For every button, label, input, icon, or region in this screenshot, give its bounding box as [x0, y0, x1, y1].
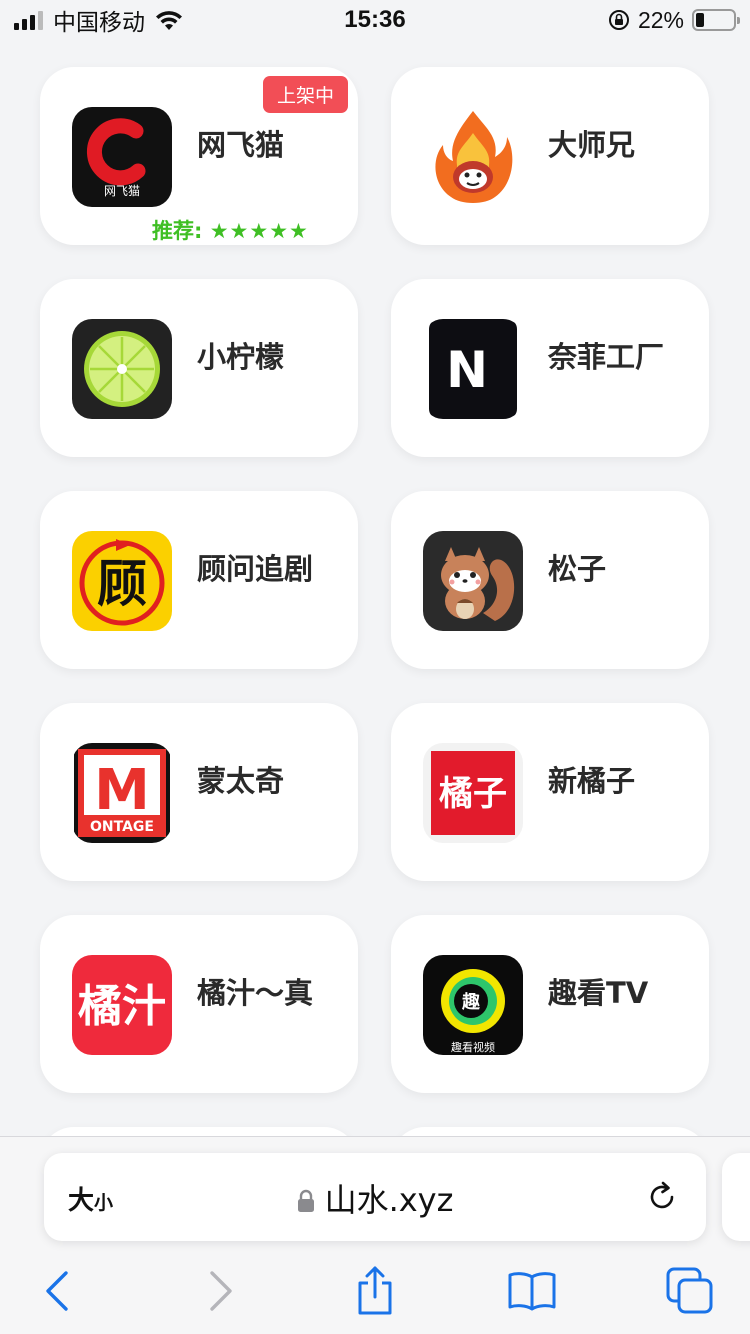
bookmarks-button[interactable]	[506, 1265, 558, 1317]
naifei-icon: N	[423, 319, 523, 419]
montage-icon: M ONTAGE	[72, 743, 172, 843]
dashixiong-icon	[423, 107, 523, 207]
bookmarks-icon	[508, 1272, 556, 1311]
lock-icon	[297, 1189, 314, 1212]
rotation-lock-icon	[608, 10, 629, 30]
tabs-button[interactable]	[664, 1265, 716, 1317]
app-card-songzi[interactable]: 松子	[391, 491, 709, 669]
browser-toolbar	[0, 1257, 750, 1327]
app-card-dashixiong[interactable]: 大师兄	[391, 67, 709, 245]
app-name: 顾问追剧	[197, 552, 314, 586]
app-name: 大师兄	[548, 128, 636, 162]
browser-bottom-bar: 大小 山水.xyz	[0, 1136, 750, 1334]
juzhi-icon: 橘汁	[72, 955, 172, 1055]
share-icon	[358, 1266, 392, 1315]
app-card-wangfeimao[interactable]: 上架中 网飞猫 网飞猫 推荐: ★★★★★	[40, 67, 358, 245]
app-name: 橘汁～真	[197, 976, 314, 1010]
battery-icon	[692, 9, 740, 31]
app-name: 松子	[548, 552, 607, 586]
lemon-icon	[72, 319, 172, 419]
app-card-xinjuzi[interactable]: 橘子 新橘子	[391, 703, 709, 881]
app-name: 小柠檬	[197, 340, 285, 374]
rating-stars: ★★★★★	[209, 219, 309, 243]
app-name: 网飞猫	[197, 128, 285, 162]
app-name: 新橘子	[548, 764, 636, 798]
status-bar: 中国移动 15:36 22%	[0, 0, 750, 40]
status-badge: 上架中	[262, 76, 348, 113]
back-button[interactable]	[32, 1265, 84, 1317]
app-card-naifei[interactable]: N 奈菲工厂	[391, 279, 709, 457]
app-card-lemon[interactable]: 小柠檬	[40, 279, 358, 457]
app-name: 奈菲工厂	[548, 340, 665, 374]
rating: 推荐: ★★★★★	[152, 215, 309, 245]
app-card-partial[interactable]	[391, 1127, 709, 1136]
reload-icon[interactable]	[644, 1179, 680, 1215]
qukan-icon: 趣 趣看视频	[423, 955, 523, 1055]
app-name: 蒙太奇	[197, 764, 285, 798]
address-bar[interactable]: 大小 山水.xyz	[44, 1153, 706, 1241]
app-name: 趣看TV	[548, 976, 649, 1010]
url-display[interactable]: 山水.xyz	[44, 1175, 706, 1221]
guwen-icon: 顾	[72, 531, 172, 631]
svg-text:橘汁: 橘汁	[78, 981, 166, 1032]
svg-text:顾: 顾	[97, 555, 147, 613]
share-button[interactable]	[349, 1265, 401, 1317]
squirrel-icon	[423, 531, 523, 631]
battery-percent: 22%	[637, 6, 684, 33]
tabs-icon	[666, 1267, 713, 1314]
app-card-juzhi[interactable]: 橘汁 橘汁～真	[40, 915, 358, 1093]
svg-text:M: M	[94, 758, 150, 823]
next-tab-peek[interactable]	[722, 1153, 750, 1241]
wangfeimao-icon: 网飞猫	[72, 107, 172, 207]
svg-text:网飞猫: 网飞猫	[104, 184, 140, 198]
svg-text:趣看视频: 趣看视频	[451, 1040, 495, 1054]
forward-button[interactable]	[194, 1265, 246, 1317]
svg-text:橘子: 橘子	[439, 774, 507, 814]
svg-text:ONTAGE: ONTAGE	[90, 819, 154, 835]
svg-text:趣: 趣	[461, 992, 481, 1013]
app-grid: 上架中 网飞猫 网飞猫 推荐: ★★★★★ 大师兄 小柠檬 N 奈菲工厂 顾 顾…	[0, 40, 750, 1136]
svg-text:N: N	[446, 341, 488, 399]
rating-label: 推荐:	[152, 219, 203, 243]
app-card-montage[interactable]: M ONTAGE 蒙太奇	[40, 703, 358, 881]
juzi-icon: 橘子	[423, 743, 523, 843]
url-text: 山水.xyz	[324, 1181, 454, 1219]
back-icon	[46, 1271, 68, 1311]
forward-icon	[210, 1271, 232, 1311]
app-card-qukan[interactable]: 趣 趣看视频 趣看TV	[391, 915, 709, 1093]
app-card-partial[interactable]	[40, 1127, 358, 1136]
app-card-guwen[interactable]: 顾 顾问追剧	[40, 491, 358, 669]
